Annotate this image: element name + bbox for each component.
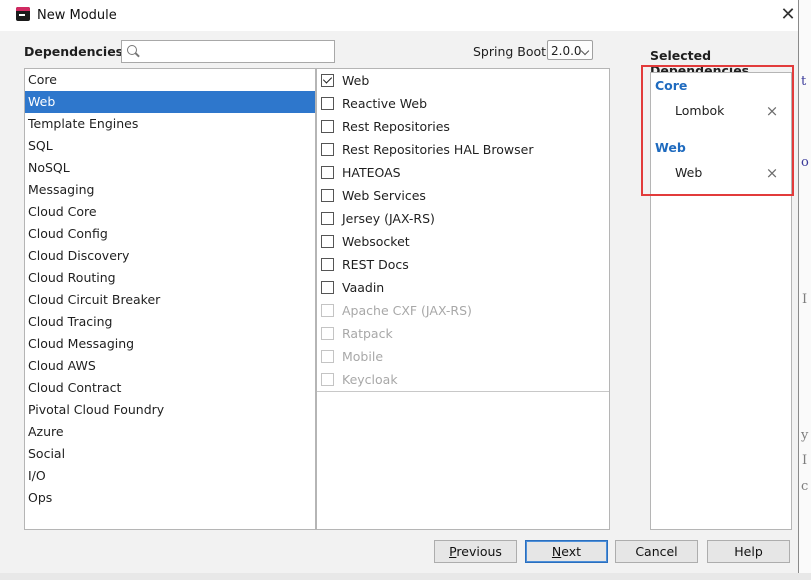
background-glyph: o <box>801 155 809 170</box>
background-glyph: t <box>801 74 807 89</box>
dependency-label: Reactive Web <box>342 96 428 111</box>
dependency-label: REST Docs <box>342 257 409 272</box>
next-button[interactable]: Next <box>525 540 608 563</box>
category-item[interactable]: Ops <box>25 487 315 509</box>
close-window-button[interactable]: ✕ <box>776 4 800 26</box>
cancel-button[interactable]: Cancel <box>615 540 698 563</box>
category-item[interactable]: Cloud AWS <box>25 355 315 377</box>
category-item[interactable]: I/O <box>25 465 315 487</box>
dependency-checkbox <box>321 350 334 363</box>
category-item[interactable]: Cloud Config <box>25 223 315 245</box>
previous-button[interactable]: Previous <box>434 540 517 563</box>
dependency-checkbox[interactable] <box>321 235 334 248</box>
background-glyph: I <box>802 292 808 307</box>
dependency-label: Rest Repositories <box>342 119 450 134</box>
dependency-checkbox[interactable] <box>321 143 334 156</box>
spring-boot-version-select[interactable]: 2.0.0 <box>547 40 593 60</box>
category-item[interactable]: Cloud Contract <box>25 377 315 399</box>
dependency-checkbox[interactable] <box>321 212 334 225</box>
search-box[interactable] <box>121 40 335 63</box>
dependency-label: Web Services <box>342 188 426 203</box>
dependency-checkbox[interactable] <box>321 97 334 110</box>
dependency-checkbox[interactable] <box>321 120 334 133</box>
category-item[interactable]: Web <box>25 91 315 113</box>
selected-group-title: Core <box>655 78 688 93</box>
dependency-checkbox <box>321 373 334 386</box>
dependency-list[interactable]: Web Reactive Web Rest Repositories Rest Rep… <box>316 68 610 530</box>
dependency-checkbox[interactable] <box>321 74 334 87</box>
selected-dependency-label: Web <box>675 165 703 180</box>
category-item[interactable]: NoSQL <box>25 157 315 179</box>
background-editor-strip: t o I y I c <box>799 0 811 580</box>
category-item[interactable]: Messaging <box>25 179 315 201</box>
selected-dependency-label: Lombok <box>675 103 725 118</box>
category-item[interactable]: Social <box>25 443 315 465</box>
close-icon[interactable]: × <box>765 104 779 119</box>
previous-label: revious <box>456 544 502 559</box>
spring-boot-label: Spring Boot <box>473 44 547 59</box>
dependency-label: HATEOAS <box>342 165 401 180</box>
category-item[interactable]: Cloud Messaging <box>25 333 315 355</box>
next-mnemonic: N <box>551 544 562 559</box>
background-glyph: c <box>801 479 809 494</box>
category-item[interactable]: Template Engines <box>25 113 315 135</box>
dependency-label: Rest Repositories HAL Browser <box>342 142 534 157</box>
new-module-dialog: New Module ✕ Dependencies Spring Boot 2.… <box>0 0 799 580</box>
dependencies-label: Dependencies <box>24 44 124 59</box>
dependency-label: Jersey (JAX-RS) <box>342 211 435 226</box>
category-item[interactable]: Cloud Routing <box>25 267 315 289</box>
help-button[interactable]: Help <box>707 540 790 563</box>
dependency-label: Apache CXF (JAX-RS) <box>342 303 472 318</box>
dependency-label: Mobile <box>342 349 384 364</box>
dependency-label: Vaadin <box>342 280 385 295</box>
dependency-checkbox[interactable] <box>321 189 334 202</box>
selected-dependencies-panel: Core Lombok × Web Web × <box>650 72 792 530</box>
close-icon[interactable]: × <box>765 166 779 181</box>
dependency-checkbox[interactable] <box>321 258 334 271</box>
list-divider <box>317 391 609 392</box>
category-item[interactable]: Cloud Tracing <box>25 311 315 333</box>
category-item[interactable]: SQL <box>25 135 315 157</box>
selected-group-title: Web <box>655 140 686 155</box>
dependency-checkbox[interactable] <box>321 281 334 294</box>
category-item[interactable]: Cloud Core <box>25 201 315 223</box>
title-bar: New Module ✕ <box>0 0 798 31</box>
dependency-label: Keycloak <box>342 372 398 387</box>
next-label: ext <box>561 544 582 559</box>
category-item[interactable]: Cloud Discovery <box>25 245 315 267</box>
dependency-checkbox <box>321 327 334 340</box>
category-item[interactable]: Cloud Circuit Breaker <box>25 289 315 311</box>
chevron-down-icon <box>580 46 590 56</box>
dependency-checkbox[interactable] <box>321 166 334 179</box>
dependency-label: Web <box>342 73 370 88</box>
category-item[interactable]: Azure <box>25 421 315 443</box>
intellij-app-icon <box>16 7 30 21</box>
search-input[interactable] <box>142 42 332 62</box>
category-item[interactable]: Pivotal Cloud Foundry <box>25 399 315 421</box>
background-glyph: I <box>802 453 808 468</box>
category-item[interactable]: Core <box>25 69 315 91</box>
background-editor-bottom <box>0 573 811 580</box>
search-icon <box>127 45 137 55</box>
dependency-label: Ratpack <box>342 326 393 341</box>
background-glyph: y <box>801 428 809 443</box>
category-list[interactable]: Core Web Template Engines SQL NoSQL Messaging… <box>24 68 316 530</box>
window-title: New Module <box>37 8 117 23</box>
dependency-label: Websocket <box>342 234 410 249</box>
spring-boot-version-value: 2.0.0 <box>551 44 582 58</box>
dependency-checkbox <box>321 304 334 317</box>
